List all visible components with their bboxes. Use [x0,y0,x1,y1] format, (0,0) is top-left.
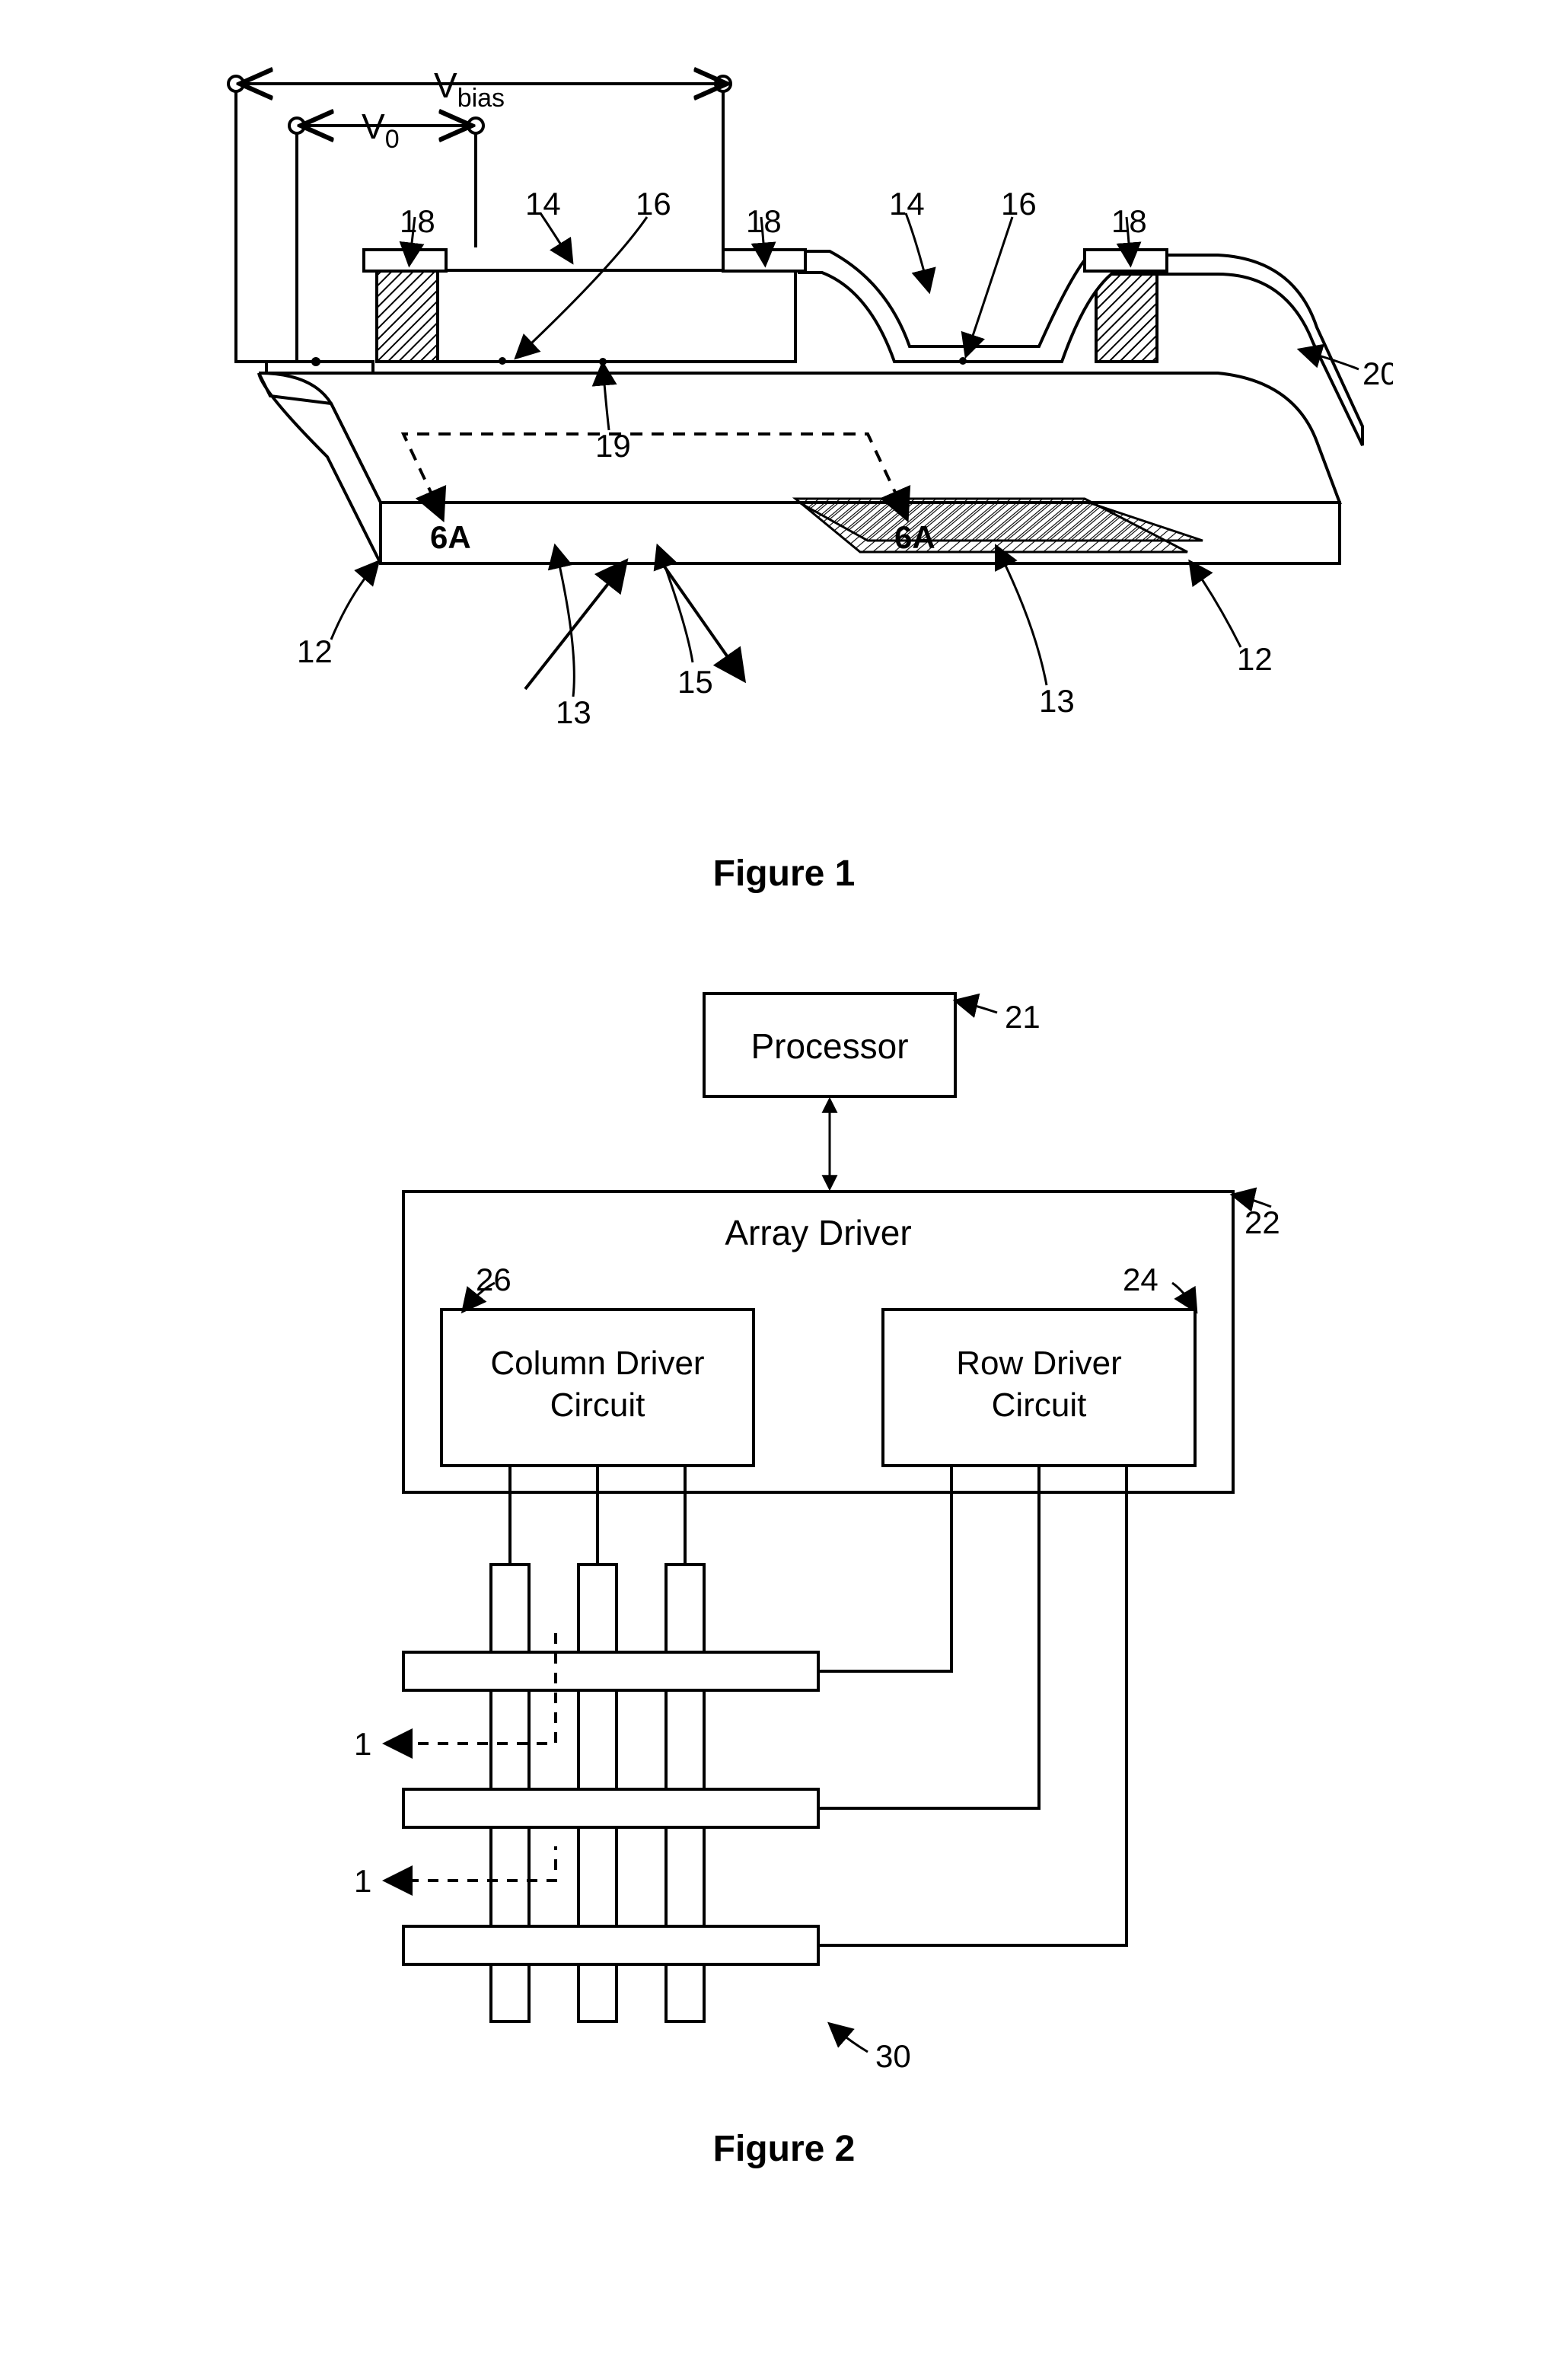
label-26: 26 [476,1262,512,1297]
label-24: 24 [1123,1262,1158,1297]
figure-2-svg: Processor 21 Array Driver 22 Column Driv… [289,971,1279,2098]
label-19: 19 [595,428,631,464]
label-21: 21 [1005,999,1041,1035]
array-driver-label: Array Driver [725,1213,911,1252]
label-30: 30 [875,2038,911,2074]
label-22: 22 [1245,1204,1279,1240]
label-16-b: 16 [1001,186,1037,222]
figure-2-caption: Figure 2 [713,2128,856,2170]
label-16-a: 16 [636,186,671,222]
row-driver-label-1: Row Driver [956,1345,1122,1382]
label-v0: V0 [362,107,400,154]
figure-1-caption: Figure 1 [713,853,856,895]
label-vbias: Vbias [434,65,505,113]
column-driver-label-2: Circuit [550,1386,645,1424]
figure-1-svg: Vbias V0 18 14 16 18 14 16 18 20 19 6A 6… [175,46,1393,822]
label-13-b: 13 [1039,683,1075,719]
label-14-a: 14 [525,186,561,222]
label-18-b: 18 [746,203,782,239]
column-driver-label-1: Column Driver [490,1345,704,1382]
label-20: 20 [1362,356,1393,391]
row-driver-label-2: Circuit [992,1386,1087,1424]
processor-label: Processor [751,1026,908,1066]
label-1-b: 1 [354,1863,371,1899]
label-15: 15 [677,664,713,700]
label-6A-a: 6A [430,519,471,555]
label-18-a: 18 [400,203,435,239]
label-13-a: 13 [556,694,591,730]
label-12-b: 12 [1237,641,1273,677]
label-6A-b: 6A [894,519,935,555]
label-18-c: 18 [1111,203,1147,239]
label-12-a: 12 [297,633,333,669]
label-1-a: 1 [354,1726,371,1762]
figure-1: Vbias V0 18 14 16 18 14 16 18 20 19 6A 6… [30,46,1538,895]
label-14-b: 14 [889,186,925,222]
figure-2: Processor 21 Array Driver 22 Column Driv… [30,971,1538,2170]
